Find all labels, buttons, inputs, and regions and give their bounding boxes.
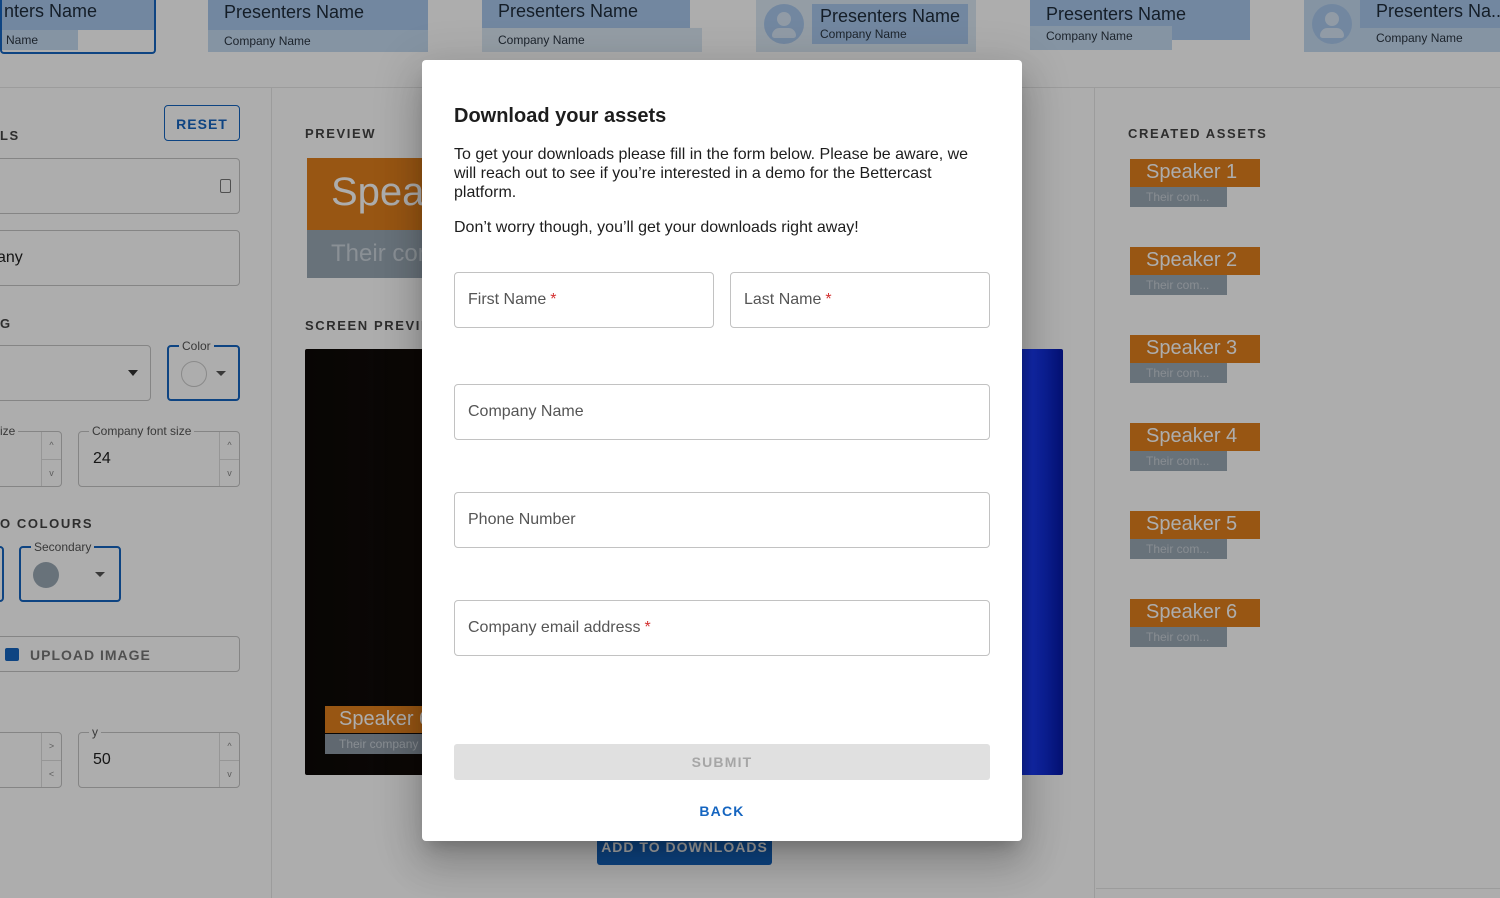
- submit-button[interactable]: SUBMIT: [454, 744, 990, 780]
- dialog-intro: To get your downloads please fill in the…: [454, 146, 969, 201]
- dialog-title: Download your assets: [454, 105, 667, 127]
- company-name-label: Company Name: [468, 403, 584, 420]
- first-name-label: First Name *: [468, 291, 557, 308]
- email-label: Company email address *: [468, 619, 651, 636]
- last-name-label: Last Name *: [744, 291, 832, 308]
- back-button[interactable]: BACK: [682, 803, 762, 819]
- dialog-note: Don’t worry though, you’ll get your down…: [454, 219, 859, 236]
- first-name-field[interactable]: First Name *: [454, 272, 714, 328]
- phone-number-field[interactable]: Phone Number: [454, 492, 990, 548]
- phone-number-label: Phone Number: [468, 511, 576, 528]
- company-name-field[interactable]: Company Name: [454, 384, 990, 440]
- download-dialog: Download your assets To get your downloa…: [422, 60, 1022, 841]
- last-name-field[interactable]: Last Name *: [730, 272, 990, 328]
- email-field[interactable]: Company email address *: [454, 600, 990, 656]
